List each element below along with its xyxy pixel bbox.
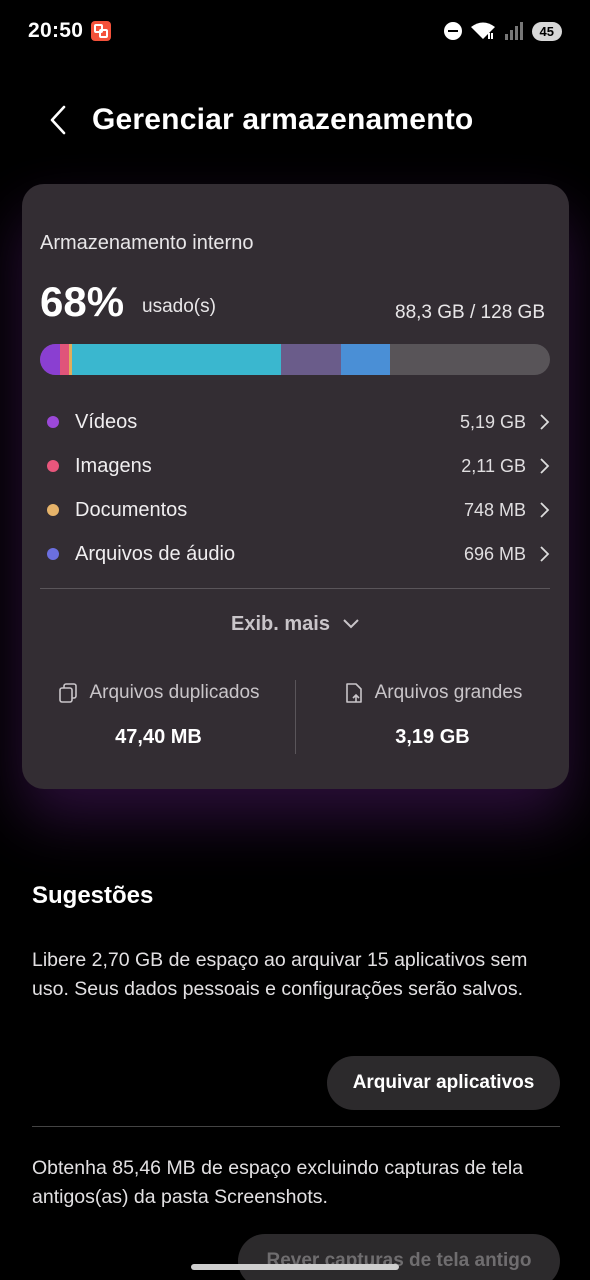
documents-dot	[47, 504, 59, 516]
category-size: 696 MB	[463, 543, 526, 564]
category-row-audio[interactable]: Arquivos de áudio 696 MB	[40, 532, 550, 576]
duplicate-files-value: 47,40 MB	[115, 726, 202, 748]
status-bar: 20:50 45	[0, 0, 590, 62]
chevron-right-icon	[540, 414, 550, 430]
suggestion-screenshots-text: Obtenha 85,46 MB de espaço excluindo cap…	[32, 1157, 524, 1208]
dnd-icon	[443, 22, 462, 40]
storage-title: Armazenamento interno	[40, 232, 254, 254]
suggestions-divider	[32, 1126, 560, 1127]
signal-icon	[504, 22, 523, 40]
card-divider	[40, 588, 550, 589]
large-files-icon	[345, 683, 362, 703]
storage-used-label: usado(s)	[142, 296, 216, 317]
category-row-images[interactable]: Imagens 2,11 GB	[40, 444, 550, 488]
category-row-documents[interactable]: Documentos 748 MB	[40, 488, 550, 532]
battery-icon: 45	[531, 21, 562, 41]
category-row-videos[interactable]: Vídeos 5,19 GB	[40, 400, 550, 444]
chevron-down-icon	[343, 619, 359, 629]
suggestion-archive-text: Libere 2,70 GB de espaço ao arquivar 15 …	[32, 949, 528, 1000]
file-stats: Arquivos duplicados 47,40 MB Arquivos gr…	[22, 674, 569, 758]
category-size: 2,11 GB	[461, 455, 526, 476]
category-size: 748 MB	[463, 499, 526, 520]
back-button[interactable]	[36, 98, 80, 142]
storage-percent: 68%	[40, 278, 125, 325]
category-label: Vídeos	[75, 410, 138, 433]
show-more-button[interactable]: Exib. mais	[22, 604, 569, 644]
app-header: Gerenciar armazenamento	[0, 90, 590, 150]
archive-apps-button[interactable]: Arquivar aplicativos	[327, 1056, 560, 1110]
storage-bar-segment	[60, 344, 69, 375]
storage-usage-bar	[40, 344, 550, 375]
audio-dot	[47, 548, 59, 560]
storage-bar-segment	[340, 344, 391, 375]
show-more-label: Exib. mais	[231, 612, 330, 635]
duplicate-files-icon	[59, 683, 78, 703]
chevron-right-icon	[540, 458, 550, 474]
images-dot	[47, 460, 59, 472]
navigation-handle[interactable]	[191, 1264, 399, 1270]
chevron-right-icon	[540, 546, 550, 562]
wifi-icon	[470, 22, 495, 39]
internal-storage-card: Armazenamento interno 68% usado(s) 88,3 …	[22, 184, 569, 789]
videos-dot	[47, 416, 59, 428]
category-label: Documentos	[75, 498, 188, 521]
notification-app-icon	[91, 21, 112, 41]
duplicate-files-label: Arquivos duplicados	[89, 682, 260, 703]
status-icons: 45	[443, 21, 562, 41]
storage-bar-segment	[40, 344, 61, 375]
storage-total: 88,3 GB / 128 GB	[395, 302, 545, 323]
status-time: 20:50	[28, 19, 84, 42]
large-files-button[interactable]: Arquivos grandes 3,19 GB	[296, 674, 569, 758]
chevron-left-icon	[50, 105, 66, 135]
category-label: Arquivos de áudio	[75, 542, 236, 565]
category-size: 5,19 GB	[459, 411, 526, 432]
review-screenshots-button[interactable]: Rever capturas de tela antigo	[238, 1234, 560, 1280]
category-list: Vídeos 5,19 GB Imagens 2,11 GB Documento…	[40, 400, 550, 576]
page-title: Gerenciar armazenamento	[92, 103, 474, 136]
large-files-value: 3,19 GB	[395, 726, 470, 748]
storage-bar-segment	[280, 344, 341, 375]
suggestions-title: Sugestões	[32, 882, 154, 909]
chevron-right-icon	[540, 502, 550, 518]
large-files-label: Arquivos grandes	[374, 682, 523, 703]
category-label: Imagens	[75, 454, 152, 477]
storage-bar-segment	[71, 344, 281, 375]
duplicate-files-button[interactable]: Arquivos duplicados 47,40 MB	[22, 674, 295, 758]
